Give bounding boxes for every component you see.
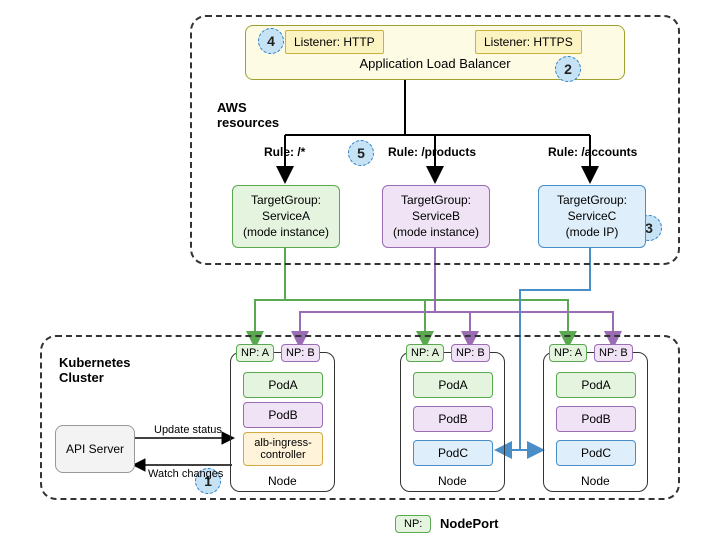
node1-pod-b: PodB (243, 402, 323, 428)
node1-pod-a: PodA (243, 372, 323, 398)
node3-np-b: NP: B (594, 344, 633, 362)
targetgroup-a: TargetGroup: ServiceA (mode instance) (232, 185, 340, 248)
node3-np-a: NP: A (549, 344, 587, 362)
node2-np-b: NP: B (451, 344, 490, 362)
tg-a-l1: TargetGroup: (237, 192, 335, 208)
targetgroup-b: TargetGroup: ServiceB (mode instance) (382, 185, 490, 248)
node2-pod-b: PodB (413, 406, 493, 432)
node2-pod-c: PodC (413, 440, 493, 466)
marker-5: 5 (348, 140, 374, 166)
rule-c-label: Rule: /accounts (548, 145, 637, 159)
update-status-label: Update status (154, 424, 222, 436)
node2-label: Node (438, 474, 467, 488)
api-server: API Server (55, 425, 135, 473)
node3-pod-c: PodC (556, 440, 636, 466)
listener-http: Listener: HTTP (285, 30, 384, 54)
alb-ctrl-l2: controller (260, 449, 305, 461)
node1-np-a: NP: A (236, 344, 274, 362)
node2-pod-a: PodA (413, 372, 493, 398)
tg-b-l1: TargetGroup: (387, 192, 485, 208)
marker-2: 2 (555, 56, 581, 82)
rule-a-label: Rule: /* (264, 145, 305, 159)
marker-4: 4 (258, 28, 284, 54)
tg-c-l2: ServiceC (543, 208, 641, 224)
k8s-cluster-label: Kubernetes Cluster (59, 355, 154, 385)
node1-np-b: NP: B (281, 344, 320, 362)
node3-pod-b: PodB (556, 406, 636, 432)
tg-c-l3: (mode IP) (543, 224, 641, 240)
node3-label: Node (581, 474, 610, 488)
alb-ctrl-l1: alb-ingress- (254, 437, 311, 449)
legend-np-swatch: NP: (395, 515, 431, 533)
tg-a-l3: (mode instance) (237, 224, 335, 240)
legend-np-label: NodePort (440, 516, 499, 531)
node3-pod-a: PodA (556, 372, 636, 398)
tg-b-l3: (mode instance) (387, 224, 485, 240)
tg-a-l2: ServiceA (237, 208, 335, 224)
node2-np-a: NP: A (406, 344, 444, 362)
rule-b-label: Rule: /products (388, 145, 476, 159)
watch-changes-label: Watch changes (148, 468, 223, 480)
listener-https: Listener: HTTPS (475, 30, 582, 54)
alb-ingress-controller: alb-ingress- controller (243, 432, 323, 466)
aws-resources-label: AWS resources (217, 100, 302, 130)
tg-b-l2: ServiceB (387, 208, 485, 224)
node1-label: Node (268, 474, 297, 488)
tg-c-l1: TargetGroup: (543, 192, 641, 208)
targetgroup-c: TargetGroup: ServiceC (mode IP) (538, 185, 646, 248)
